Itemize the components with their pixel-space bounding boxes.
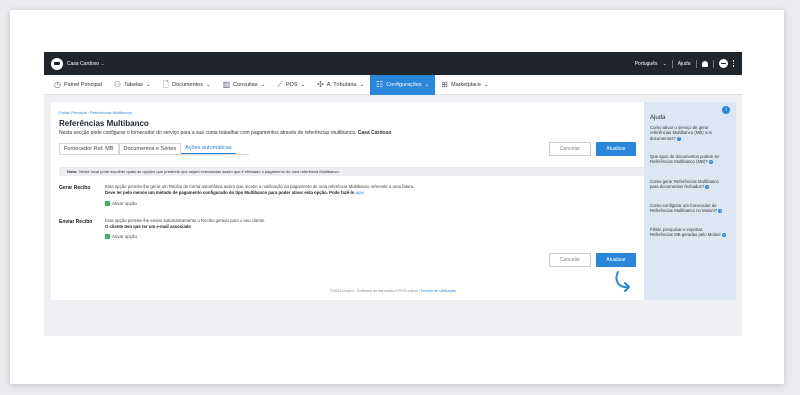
subtitle-text: Nesta secção pode configurar o fornecedo… (59, 130, 357, 136)
menu-label: POS (285, 81, 298, 88)
info-icon[interactable]: i (722, 106, 730, 114)
document-icon: 🗋 (162, 79, 170, 89)
question-icon: ? (677, 135, 682, 141)
warning-text: Deve ter pelo menos um método de pagamen… (105, 190, 355, 195)
question-icon: ? (721, 232, 726, 238)
page-subtitle: Nesta secção pode configurar o fornecedo… (59, 130, 391, 136)
checkmark-icon: ✓ (105, 200, 110, 206)
top-bar: Casa Cardoso ⌄ Português ⌄ Ajuda (44, 52, 742, 75)
chevron-down-icon[interactable]: ⌄ (663, 61, 667, 67)
question-icon: ? (705, 184, 710, 190)
tab-fornecedor[interactable]: Fornecedor Ref. MB (59, 143, 119, 154)
menu-item-configuracoes[interactable]: ☷ Configurações ⌄ (370, 74, 436, 95)
breadcrumb[interactable]: Painel Principal › Referências Multibanc… (59, 110, 132, 115)
help-link-4[interactable]: Como configurar um fornecedor de Referên… (650, 203, 726, 214)
menu-item-tabelas[interactable]: ⚇ Tabelas ⌄ (108, 75, 157, 95)
tab-acoes-automaticas[interactable]: Ações automáticas (181, 143, 236, 154)
chevron-down-icon: ⌄ (146, 81, 151, 88)
clock-icon: ◷ (54, 79, 61, 89)
chevron-down-icon: ⌄ (205, 81, 211, 88)
top-bar-actions: Português ⌄ Ajuda (635, 52, 734, 75)
menu-item-marketplace[interactable]: ⊞ Marketplace ⌄ (435, 75, 494, 95)
menu-label: Configurações (386, 81, 422, 88)
tab-documentos[interactable]: Documentos e Séries (118, 143, 182, 154)
chevron-down-icon: ⌄ (359, 81, 365, 88)
chevron-down-icon: ⌄ (424, 81, 430, 88)
chevron-down-icon: ⌄ (260, 81, 266, 88)
description-text: Esta opção permite-lhe gerar um Recibo d… (105, 184, 415, 189)
menu-item-tributaria[interactable]: ✣ A. Tributária ⌄ (311, 75, 370, 95)
content-panel: Painel Principal › Referências Multibanc… (51, 102, 680, 300)
help-title: Ajuda (650, 115, 666, 121)
menu-item-consultas[interactable]: ▥ Consultas ⌄ (217, 75, 272, 95)
menu-item-documentos[interactable]: 🗋 Documentos ⌄ (157, 75, 217, 95)
menu-label: Documentos (172, 81, 203, 88)
chevron-down-icon: ⌄ (300, 81, 306, 88)
configure-payment-link[interactable]: aqui (356, 190, 364, 195)
checkmark-icon: ✓ (105, 233, 110, 239)
users-icon: ⚇ (113, 79, 122, 89)
help-link[interactable]: Ajuda (678, 61, 691, 67)
menu-item-pos[interactable]: ⟋ POS ⌄ (271, 75, 311, 95)
settings-icon: ☷ (376, 79, 384, 89)
company-logo-icon[interactable] (51, 57, 63, 70)
chevron-down-icon: ⌄ (483, 81, 489, 88)
help-link-2[interactable]: Que tipos de documentos podem ter Referê… (650, 154, 726, 165)
menu-item-painel[interactable]: ◷ Painel Principal (48, 75, 108, 95)
enviar-recibo-label: Enviar Recibo (59, 219, 93, 225)
language-selector[interactable]: Português (635, 61, 658, 67)
note-text: Neste local pode escolher quais as opçõe… (79, 169, 340, 174)
question-icon: ? (709, 159, 713, 165)
help-link-text: Como configurar um fornecedor de Referên… (650, 203, 718, 214)
app-window: Casa Cardoso ⌄ Português ⌄ Ajuda ◷ Paine… (44, 52, 742, 336)
description-text: Esta opção permite-lhe enviar automatica… (105, 218, 266, 223)
note-label: Nota: (67, 169, 78, 174)
bell-icon[interactable] (701, 60, 708, 67)
avatar[interactable] (718, 59, 728, 68)
footer-text: ©2023 Moloni - Software de faturação e P… (330, 289, 420, 293)
cancel-button[interactable]: Cancelar (549, 142, 591, 156)
chart-icon: ▥ (222, 79, 231, 89)
cancel-button-bottom[interactable]: Cancelar (549, 253, 591, 267)
warning-text: O cliente tem que ter um e-mail associad… (105, 224, 191, 229)
help-link-1[interactable]: Como ativar o serviço de gerar referênci… (650, 125, 726, 141)
gerar-recibo-description: Esta opção permite-lhe gerar um Recibo d… (105, 184, 414, 196)
gerar-recibo-checkbox[interactable]: ✓ Ativar opção (105, 201, 137, 206)
tab-bar: Fornecedor Ref. MB Documentos e Séries A… (59, 143, 236, 154)
more-options-icon[interactable] (732, 60, 734, 67)
checkbox-label: Ativar opção (112, 234, 138, 239)
divider (671, 59, 673, 68)
menu-label: Painel Principal (63, 81, 102, 88)
note-bar: Nota: Neste local pode escolher quais as… (59, 167, 675, 176)
update-button[interactable]: Atualizar (596, 142, 636, 156)
enviar-recibo-description: Esta opção permite-lhe enviar automatica… (105, 218, 265, 230)
gerar-recibo-label: Gerar Recibo (59, 185, 91, 191)
enviar-recibo-checkbox[interactable]: ✓ Ativar opção (105, 234, 137, 239)
curved-arrow-icon (615, 271, 630, 292)
divider (695, 59, 697, 68)
subtitle-company: Casa Cardoso (357, 130, 392, 136)
menu-label: Marketplace (451, 81, 481, 88)
pos-icon: ⟋ (277, 79, 283, 89)
page-title: Referências Multibanco (59, 119, 149, 128)
company-selector[interactable]: Casa Cardoso (67, 61, 99, 67)
footer: ©2023 Moloni - Software de faturação e P… (44, 289, 742, 293)
terms-link[interactable]: Termos de Utilização (421, 289, 456, 293)
grid-icon: ⊞ (441, 79, 448, 89)
help-link-3[interactable]: Como gerar Referências Multibanco para d… (650, 179, 726, 190)
update-button-bottom[interactable]: Atualizar (596, 253, 636, 267)
menu-label: Tabelas (124, 81, 144, 88)
checkbox-label: Ativar opção (112, 201, 138, 206)
help-link-text: Filtrar, pesquisar e exportar Referência… (650, 227, 721, 238)
menu-label: A. Tributária (326, 81, 357, 88)
help-link-5[interactable]: Filtrar, pesquisar e exportar Referência… (650, 227, 726, 238)
tab-underline (59, 154, 249, 155)
divider (712, 59, 714, 68)
main-menu: ◷ Painel Principal ⚇ Tabelas ⌄ 🗋 Documen… (44, 74, 742, 95)
menu-label: Consultas (233, 81, 258, 88)
question-icon: ? (718, 208, 723, 214)
help-sidebar: i Ajuda Como ativar o serviço de gerar r… (644, 102, 736, 300)
tax-icon: ✣ (317, 79, 324, 89)
chevron-down-icon[interactable]: ⌄ (101, 61, 104, 66)
